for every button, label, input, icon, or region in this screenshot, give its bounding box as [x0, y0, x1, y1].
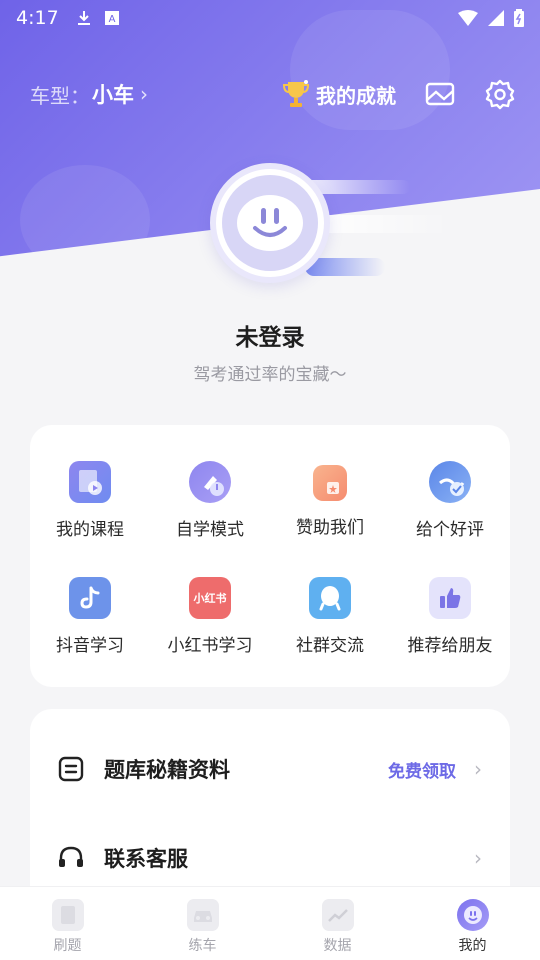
grid-item-community[interactable]: 社群交流	[270, 577, 390, 656]
grid-item-my-course[interactable]: 我的课程	[30, 461, 150, 540]
grid-label: 给个好评	[416, 520, 484, 540]
book-icon	[51, 899, 84, 931]
tab-practice[interactable]: 刷题	[0, 887, 135, 960]
grid-label: 推荐给朋友	[407, 636, 493, 656]
grid-label: 抖音学习	[56, 636, 124, 656]
list-right: 免费领取 ›	[388, 757, 482, 782]
grid-label: 小红书学习	[167, 636, 253, 656]
achievements-button[interactable]: 我的成就	[282, 79, 396, 109]
bottom-tab-bar: 刷题 练车 数据 我的	[0, 886, 540, 960]
tab-mine[interactable]: 我的	[405, 887, 540, 960]
grid-item-rating[interactable]: 给个好评	[390, 461, 510, 540]
grid-label: 我的课程	[56, 520, 124, 540]
grid-item-douyin[interactable]: 抖音学习	[30, 577, 150, 656]
services-card: 题库秘籍资料 免费领取 › 联系客服 ›	[30, 709, 510, 909]
features-card: 我的课程 自学模式 赞助我们 给个好评 抖音学习 小红书 小红书学习 社群交流 …	[30, 425, 510, 687]
status-bar: 4:17 A	[0, 0, 540, 36]
tab-label: 数据	[323, 938, 352, 954]
gear-icon[interactable]	[484, 78, 516, 110]
xiaohongshu-icon: 小红书	[189, 577, 231, 619]
community-icon	[309, 577, 351, 619]
self-study-icon	[189, 461, 231, 503]
a-badge-icon: A	[104, 11, 119, 25]
course-icon	[69, 461, 111, 503]
grid-item-sponsor[interactable]: 赞助我们	[270, 461, 390, 538]
tab-data[interactable]: 数据	[270, 887, 405, 960]
list-label: 题库秘籍资料	[104, 758, 230, 782]
avatar-frame	[210, 163, 330, 283]
grid-item-xiaohongshu[interactable]: 小红书 小红书学习	[150, 577, 270, 656]
chevron-right-icon: ›	[474, 757, 482, 781]
rating-icon	[429, 461, 471, 503]
list-item-customer-service[interactable]: 联系客服 ›	[54, 838, 482, 878]
profile-icon	[456, 899, 489, 931]
car-icon	[186, 899, 219, 931]
car-type-value[interactable]: 小车	[92, 79, 134, 109]
achievements-label: 我的成就	[316, 83, 396, 108]
avatar[interactable]	[210, 163, 330, 283]
grid-label: 社群交流	[296, 636, 364, 656]
headset-icon	[54, 841, 88, 875]
document-icon	[54, 752, 88, 786]
battery-icon	[514, 9, 524, 27]
list-item-question-bank[interactable]: 题库秘籍资料 免费领取 ›	[54, 749, 482, 789]
wifi-icon	[458, 10, 478, 26]
car-type-label[interactable]: 车型：	[30, 80, 90, 109]
trophy-icon	[282, 80, 310, 107]
smiley-face-icon	[237, 195, 303, 251]
header-row: 车型： 小车 › 我的成就	[30, 78, 516, 110]
tagline: 驾考通过率的宝藏～	[193, 365, 347, 385]
free-claim-link[interactable]: 免费领取	[388, 757, 456, 782]
avatar-face	[222, 175, 318, 271]
sponsor-icon	[313, 465, 347, 501]
grid-label: 赞助我们	[296, 518, 364, 538]
chart-icon	[321, 899, 354, 931]
signal-icon	[488, 10, 504, 26]
grid-item-recommend[interactable]: 推荐给朋友	[390, 577, 510, 656]
chevron-right-icon: ›	[474, 846, 482, 870]
tab-label: 我的	[458, 938, 487, 954]
grid-label: 自学模式	[176, 520, 244, 540]
hero-decoration	[20, 165, 150, 275]
tab-label: 刷题	[53, 938, 82, 954]
grid-item-self-study[interactable]: 自学模式	[150, 461, 270, 540]
chevron-right-icon[interactable]: ›	[140, 82, 148, 106]
download-icon	[77, 11, 90, 25]
douyin-icon	[69, 577, 111, 619]
username[interactable]: 未登录	[0, 318, 540, 352]
thumbs-up-icon	[429, 577, 471, 619]
tab-label: 练车	[188, 938, 217, 954]
list-right: ›	[474, 846, 482, 870]
svg-text:A: A	[108, 14, 115, 25]
list-label: 联系客服	[104, 847, 188, 871]
status-time: 4:17	[16, 7, 59, 29]
mail-icon[interactable]	[424, 78, 456, 110]
speed-line-decoration	[310, 215, 450, 233]
tab-driving[interactable]: 练车	[135, 887, 270, 960]
xiaohongshu-badge: 小红书	[193, 592, 227, 605]
